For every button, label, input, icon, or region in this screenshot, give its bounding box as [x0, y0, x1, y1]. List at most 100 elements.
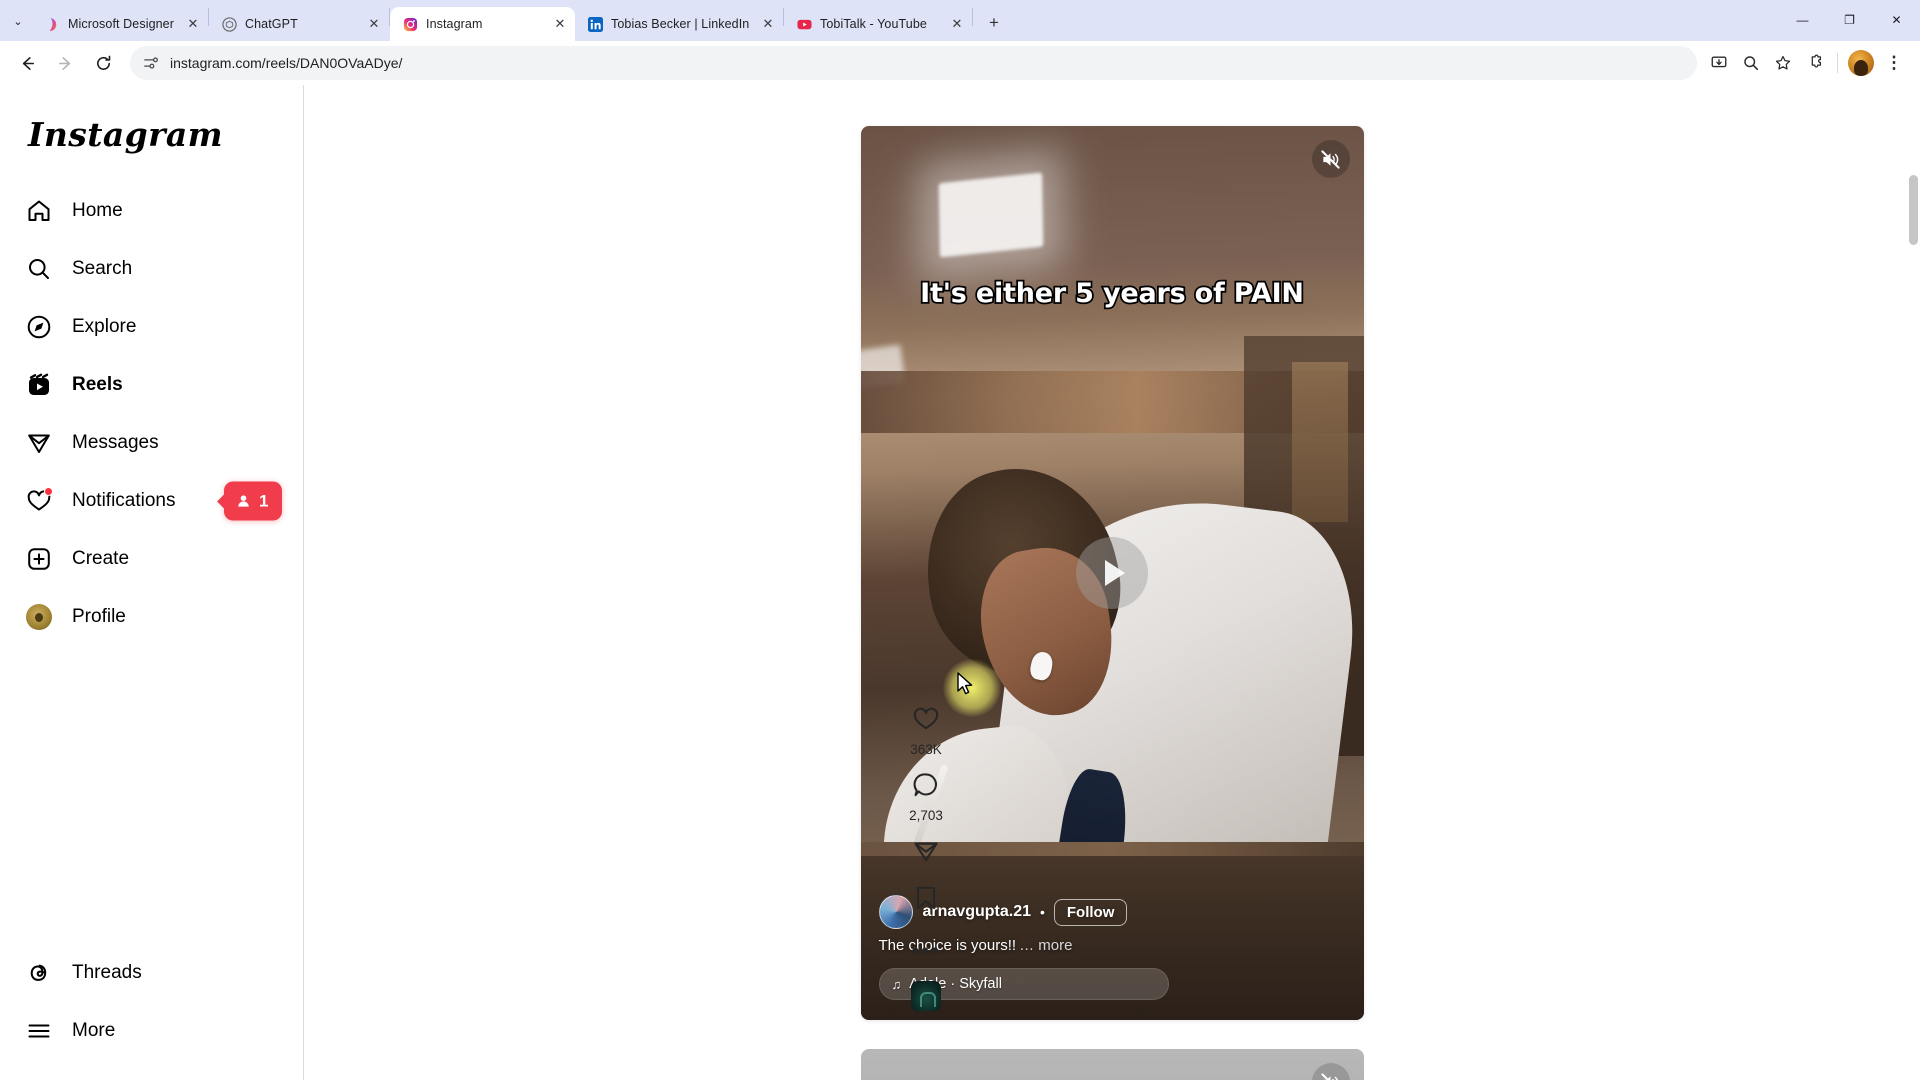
comment-count: 2,703 [909, 808, 943, 823]
toolbar-actions: ⋮ [1703, 47, 1910, 79]
tab-title: Instagram [426, 17, 483, 31]
follow-button[interactable]: Follow [1053, 898, 1128, 926]
audio-thumbnail[interactable] [911, 981, 941, 1011]
save-button[interactable] [912, 884, 940, 917]
reel-subtitle-text: It's either 5 years of PAIN [918, 276, 1305, 311]
tab-title: TobiTalk - YouTube [820, 17, 927, 31]
sidebar-item-label: Create [72, 548, 130, 569]
tab-search-chevron-icon[interactable]: ⌄ [4, 4, 32, 38]
next-reel-preview[interactable] [860, 1049, 1364, 1080]
browser-tab-instagram[interactable]: Instagram ✕ [390, 7, 575, 41]
browser-menu-button[interactable]: ⋮ [1878, 47, 1910, 79]
heart-icon [24, 486, 54, 516]
caption-more-link[interactable]: … more [1019, 937, 1072, 954]
microsoft-designer-icon [44, 16, 60, 32]
sidebar-item-explore[interactable]: Explore [12, 298, 291, 356]
play-icon[interactable] [1076, 537, 1148, 609]
like-button[interactable]: 363K [910, 705, 942, 757]
share-icon [912, 837, 940, 870]
notification-count: 1 [259, 491, 269, 510]
profile-avatar[interactable] [1848, 50, 1874, 76]
reels-icon [24, 370, 54, 400]
plus-square-icon [24, 544, 54, 574]
threads-icon [24, 958, 54, 988]
reels-main-area: It's either 5 years of PAIN arnavgupta.2… [304, 85, 1920, 1080]
sidebar-item-messages[interactable]: Messages [12, 414, 291, 472]
sidebar-item-label: Messages [72, 432, 159, 453]
close-icon[interactable]: ✕ [757, 13, 779, 35]
close-icon[interactable]: ✕ [182, 13, 204, 35]
browser-tab-youtube[interactable]: TobiTalk - YouTube ✕ [784, 7, 972, 41]
search-icon [24, 254, 54, 284]
tab-divider [972, 7, 973, 26]
tab-strip: ⌄ Microsoft Designer - Stunning ✕ ChatGP… [0, 0, 1920, 41]
sidebar-bottom-list: Threads More [12, 944, 291, 1060]
compass-icon [24, 312, 54, 342]
reload-button[interactable] [86, 46, 120, 80]
close-icon[interactable]: ✕ [946, 13, 968, 35]
window-controls: — ❐ ✕ [1779, 0, 1920, 40]
zoom-search-icon[interactable] [1735, 47, 1767, 79]
minimize-button[interactable]: — [1779, 0, 1826, 40]
tab-title: ChatGPT [245, 17, 298, 31]
sidebar-item-label: Reels [72, 374, 123, 395]
maximize-button[interactable]: ❐ [1826, 0, 1873, 40]
sidebar-item-more[interactable]: More [12, 1002, 291, 1060]
instagram-page: Instagram Home Search Explore Reels Mess… [0, 85, 1920, 1080]
instagram-logo[interactable]: Instagram [12, 93, 235, 160]
sidebar-item-label: More [72, 1020, 116, 1041]
sidebar-item-threads[interactable]: Threads [12, 944, 291, 1002]
video-decor-light [938, 172, 1043, 258]
sidebar-item-label: Profile [72, 606, 126, 627]
linkedin-icon [587, 16, 603, 32]
forward-button[interactable] [48, 46, 82, 80]
reel-column: It's either 5 years of PAIN arnavgupta.2… [792, 85, 1432, 1080]
sidebar-item-notifications[interactable]: Notifications 1 [12, 472, 291, 530]
browser-tab-microsoft-designer[interactable]: Microsoft Designer - Stunning ✕ [32, 7, 208, 41]
sidebar-item-label: Notifications [72, 490, 176, 511]
browser-toolbar: instagram.com/reels/DAN0OVaADye/ ⋮ [0, 41, 1920, 85]
install-app-icon[interactable] [1703, 47, 1735, 79]
person-icon [235, 493, 252, 510]
tune-icon[interactable] [142, 54, 160, 72]
home-icon [24, 196, 54, 226]
toolbar-divider [1837, 53, 1838, 73]
hamburger-icon [24, 1016, 54, 1046]
messenger-icon [24, 428, 54, 458]
browser-tab-linkedin[interactable]: Tobias Becker | LinkedIn ✕ [575, 7, 783, 41]
sidebar-item-search[interactable]: Search [12, 240, 291, 298]
notification-badge[interactable]: 1 [224, 481, 283, 521]
sidebar-item-label: Search [72, 258, 133, 279]
tab-title: Tobias Becker | LinkedIn [611, 17, 750, 31]
mute-icon[interactable] [1311, 140, 1350, 178]
instagram-icon [402, 16, 418, 32]
close-icon[interactable]: ✕ [549, 13, 571, 35]
address-bar[interactable]: instagram.com/reels/DAN0OVaADye/ [130, 46, 1697, 80]
ellipsis-icon[interactable]: ••• [911, 939, 940, 963]
address-bar-url: instagram.com/reels/DAN0OVaADye/ [170, 55, 403, 71]
reel-action-rail: 363K 2,703 ••• [898, 705, 954, 1011]
close-window-button[interactable]: ✕ [1873, 0, 1920, 40]
close-icon[interactable]: ✕ [363, 13, 385, 35]
share-button[interactable] [912, 837, 940, 870]
comment-button[interactable]: 2,703 [909, 771, 943, 823]
sidebar-item-reels[interactable]: Reels [12, 356, 291, 414]
sidebar-item-profile[interactable]: Profile [12, 588, 291, 646]
instagram-sidebar: Instagram Home Search Explore Reels Mess… [0, 85, 304, 1080]
sidebar-item-label: Home [72, 200, 123, 221]
puzzle-icon[interactable] [1799, 47, 1831, 79]
browser-tab-chatgpt[interactable]: ChatGPT ✕ [209, 7, 389, 41]
bookmark-icon [912, 884, 940, 917]
back-button[interactable] [10, 46, 44, 80]
sidebar-item-create[interactable]: Create [12, 530, 291, 588]
sidebar-item-home[interactable]: Home [12, 182, 291, 240]
star-icon[interactable] [1767, 47, 1799, 79]
page-scrollbar-thumb[interactable] [1909, 175, 1918, 245]
comment-icon [912, 771, 940, 804]
new-tab-button[interactable]: + [979, 8, 1009, 38]
heart-icon [912, 705, 940, 738]
like-count: 363K [910, 742, 942, 757]
mute-icon[interactable] [1311, 1063, 1350, 1080]
sidebar-item-label: Explore [72, 316, 137, 337]
